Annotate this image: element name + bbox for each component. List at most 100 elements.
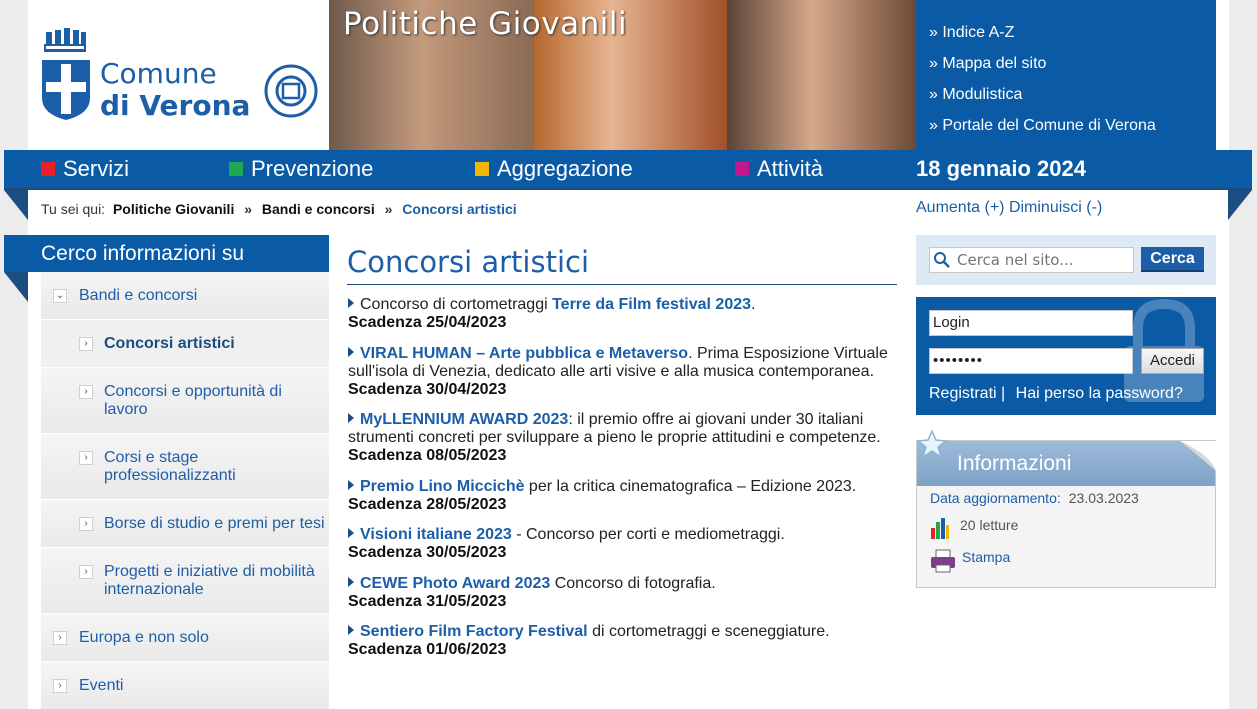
quicklink-indice[interactable]: » Indice A-Z	[929, 17, 1216, 48]
entry-post: Concorso di fotografia.	[550, 575, 716, 592]
list-item: Visioni italiane 2023 - Concorso per cor…	[348, 526, 898, 562]
entry-post: .	[751, 296, 756, 313]
nav-label: Prevenzione	[251, 156, 374, 181]
title-divider	[347, 284, 897, 285]
search-button[interactable]: Cerca	[1141, 247, 1204, 272]
menu-item-label: Bandi e concorsi	[79, 287, 198, 304]
breadcrumb-item-bandi[interactable]: Bandi e concorsi	[262, 201, 375, 217]
register-link[interactable]: Registrati |	[929, 385, 1005, 402]
search-input[interactable]	[929, 247, 1134, 273]
bar-chart-icon	[931, 518, 949, 539]
menu-item-progetti-mobilita[interactable]: › Progetti e iniziative di mobilità inte…	[41, 548, 329, 613]
lost-password-link[interactable]: Hai perso la password?	[1016, 385, 1183, 402]
menu-item-borse-studio[interactable]: › Borse di studio e premi per tesi	[41, 500, 329, 547]
quicklink-portale[interactable]: » Portale del Comune di Verona	[929, 110, 1216, 141]
entry-link[interactable]: CEWE Photo Award 2023	[360, 575, 550, 592]
chevron-right-icon: ›	[79, 451, 93, 465]
updated-value: 23.03.2023	[1068, 490, 1139, 506]
list-item: Premio Lino Miccichè per la critica cine…	[348, 478, 898, 514]
bullet-arrow-icon	[348, 480, 354, 490]
printer-icon[interactable]	[930, 549, 956, 573]
nav-color-square	[735, 162, 749, 176]
menu-item-eventi[interactable]: › Eventi	[41, 662, 329, 709]
nav-item-prevenzione[interactable]: Prevenzione	[229, 156, 373, 182]
entry-deadline: Scadenza 01/06/2023	[348, 641, 507, 658]
font-increase-link[interactable]: Aumenta (+)	[916, 199, 1004, 216]
login-button[interactable]: Accedi	[1141, 348, 1204, 374]
menu-item-bandi-e-concorsi[interactable]: ⌄ Bandi e concorsi	[41, 272, 329, 319]
entry-link[interactable]: Visioni italiane 2023	[360, 526, 512, 543]
left-menu-title: Cerco informazioni su	[4, 235, 329, 272]
list-item: MyLLENNIUM AWARD 2023: il premio offre a…	[348, 411, 898, 465]
entry-link[interactable]: Terre da Film festival 2023	[552, 296, 751, 313]
info-updated: Data aggiornamento: 23.03.2023	[930, 490, 1139, 506]
star-icon	[918, 430, 948, 458]
logo-text: Comune di Verona	[100, 58, 250, 122]
font-decrease-link[interactable]: Diminuisci (-)	[1009, 199, 1102, 216]
entry-deadline: Scadenza 31/05/2023	[348, 593, 507, 610]
print-link[interactable]: Stampa	[962, 549, 1010, 565]
login-links: Registrati | Hai perso la password?	[929, 385, 1183, 403]
search-icon	[934, 252, 950, 268]
comune-logo[interactable]: Comune di Verona	[28, 0, 329, 150]
quicklink-mappa[interactable]: » Mappa del sito	[929, 48, 1216, 79]
nav-fold-right	[1228, 190, 1252, 220]
bullet-arrow-icon	[348, 625, 354, 635]
entry-deadline: Scadenza 25/04/2023	[348, 314, 507, 331]
page-title: Concorsi artistici	[347, 245, 590, 279]
banner-photo-3	[727, 0, 916, 150]
entry-link[interactable]: VIRAL HUMAN – Arte pubblica e Metaverso	[360, 345, 688, 362]
menu-item-label: Corsi e stage professionalizzanti	[104, 449, 236, 484]
nav-item-attivita[interactable]: Attività	[735, 156, 823, 182]
nav-item-aggregazione[interactable]: Aggregazione	[475, 156, 633, 182]
breadcrumb: Tu sei qui: Politiche Giovanili » Bandi …	[41, 201, 517, 217]
nav-label: Servizi	[63, 156, 130, 181]
breadcrumb-prefix: Tu sei qui:	[41, 201, 106, 217]
nav-color-square	[41, 162, 55, 176]
updated-label: Data aggiornamento:	[930, 490, 1061, 506]
bullet-arrow-icon	[348, 577, 354, 587]
breadcrumb-separator: »	[384, 201, 393, 217]
menu-item-label: Progetti e iniziative di mobilità intern…	[104, 563, 315, 598]
current-date: 18 gennaio 2024	[916, 156, 1086, 181]
menu-item-europa[interactable]: › Europa e non solo	[41, 614, 329, 661]
crown-icon	[44, 28, 86, 52]
entry-link[interactable]: MyLLENNIUM AWARD 2023	[360, 411, 568, 428]
entry-link[interactable]: Sentiero Film Factory Festival	[360, 623, 588, 640]
breadcrumb-separator: »	[244, 201, 253, 217]
logo-line2: di Verona	[100, 89, 251, 122]
main-nav: Servizi Prevenzione Aggregazione Attivit…	[4, 150, 1252, 190]
entry-deadline: Scadenza 08/05/2023	[348, 447, 507, 464]
page-curl-icon	[1180, 441, 1216, 471]
shield-icon	[42, 60, 90, 120]
chevron-right-icon: ›	[79, 517, 93, 531]
logo-line1: Comune	[100, 57, 217, 90]
banner-image: Politiche Giovanili	[329, 0, 916, 150]
password-field[interactable]: ••••••••	[929, 348, 1133, 374]
quicklink-modulistica[interactable]: » Modulistica	[929, 79, 1216, 110]
entry-deadline: Scadenza 30/04/2023	[348, 381, 507, 398]
font-size-controls: Aumenta (+) Diminuisci (-)	[916, 199, 1102, 217]
menu-item-label: Concorsi artistici	[104, 335, 235, 352]
chevron-right-icon: ›	[53, 631, 67, 645]
menu-item-concorsi-artistici[interactable]: › Concorsi artistici	[41, 320, 329, 367]
nav-label: Attività	[757, 156, 824, 181]
nav-label: Aggregazione	[497, 156, 633, 181]
menu-item-corsi-stage[interactable]: › Corsi e stage professionalizzanti	[41, 434, 329, 499]
entry-deadline: Scadenza 28/05/2023	[348, 496, 507, 513]
username-field[interactable]: Login	[929, 310, 1133, 336]
nav-color-square	[475, 162, 489, 176]
chevron-down-icon: ⌄	[53, 289, 67, 303]
entry-post: per la critica cinematografica – Edizion…	[524, 478, 857, 495]
breadcrumb-item-politiche[interactable]: Politiche Giovanili	[113, 201, 234, 217]
nav-item-servizi[interactable]: Servizi	[41, 156, 129, 182]
unesco-emblem-icon	[264, 64, 318, 118]
menu-item-label: Concorsi e opportunità di lavoro	[104, 383, 282, 418]
list-item: VIRAL HUMAN – Arte pubblica e Metaverso.…	[348, 345, 898, 399]
chevron-right-icon: ›	[79, 565, 93, 579]
banner-title: Politiche Giovanili	[343, 6, 628, 42]
menu-item-concorsi-lavoro[interactable]: › Concorsi e opportunità di lavoro	[41, 368, 329, 433]
list-item: Sentiero Film Factory Festival di cortom…	[348, 623, 898, 659]
entry-post: - Concorso per corti e mediometraggi.	[511, 526, 785, 543]
entry-link[interactable]: Premio Lino Miccichè	[360, 478, 524, 495]
